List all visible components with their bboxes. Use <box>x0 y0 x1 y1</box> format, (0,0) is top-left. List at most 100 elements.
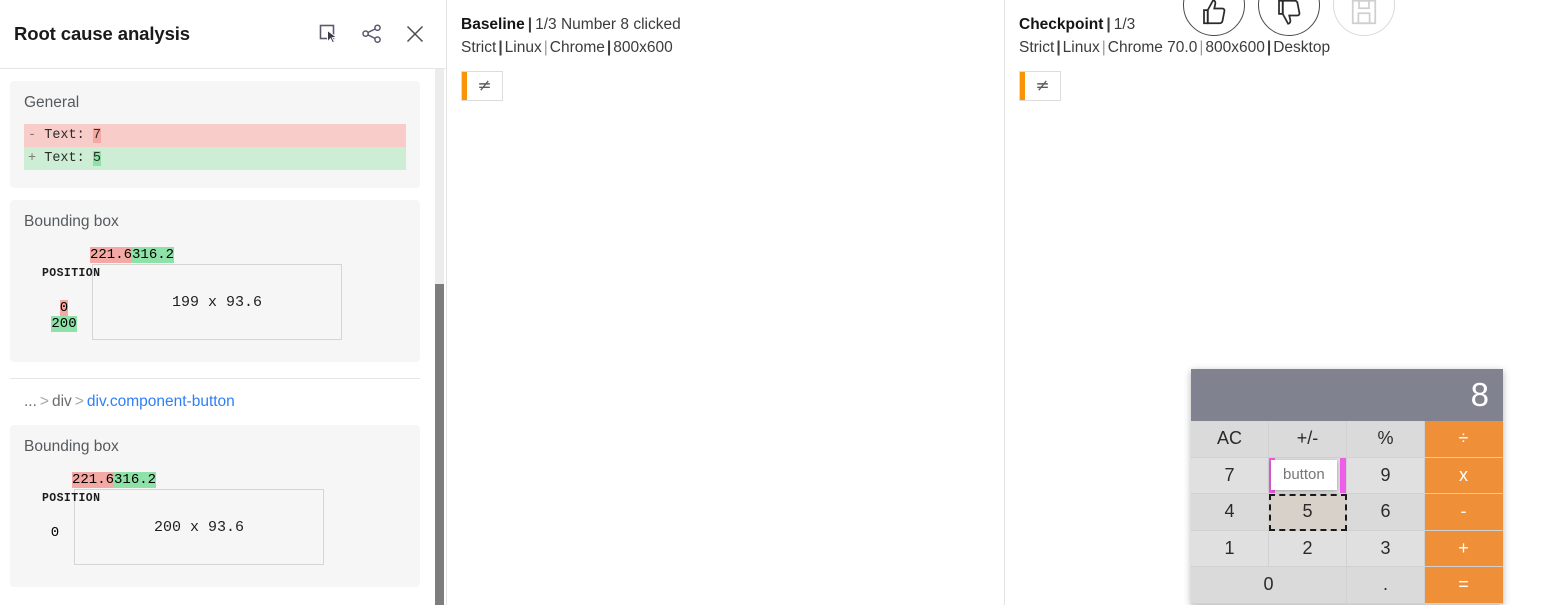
key-ac[interactable]: AC <box>1191 421 1269 458</box>
key-2-label: 2 <box>1302 537 1313 558</box>
github-ribbon-label: Fork me on GitHub <box>1191 369 1243 374</box>
checkpoint-step: 1/3 <box>1113 16 1136 33</box>
diff-sign-added: + <box>28 151 37 166</box>
scrollbar-thumb[interactable] <box>435 284 444 605</box>
checkpoint-diff-badge[interactable]: ≠ <box>1019 71 1061 101</box>
bb1-top-added: 316.2 <box>132 247 175 263</box>
github-ribbon-icon[interactable]: Fork me on GitHub <box>1191 369 1243 421</box>
thumbs-up-button[interactable] <box>1183 0 1245 36</box>
key-percent[interactable]: % <box>1347 421 1425 458</box>
rca-header-actions <box>316 21 428 47</box>
key-minus-label: - <box>1460 501 1467 522</box>
save-button[interactable] <box>1333 0 1395 36</box>
diff-row-added: + Text: 5 <box>24 147 406 170</box>
baseline-diff-badge[interactable]: ≠ <box>461 71 503 101</box>
baseline-meta-2: Chrome <box>549 39 605 56</box>
key-minus[interactable]: - <box>1425 494 1503 531</box>
share-icon[interactable] <box>359 21 385 47</box>
baseline-calculator-stage: Fork me on GitHub 8 AC button +/- % ÷ <box>461 105 1004 605</box>
key-6[interactable]: 6 <box>1347 494 1425 531</box>
breadcrumb-separator-2: > <box>74 393 84 410</box>
key-6-label: 6 <box>1380 501 1391 522</box>
baseline-title: Baseline | 1/3 Number 8 clicked <box>461 14 1004 36</box>
checkpoint-meta-4: Desktop <box>1273 39 1331 56</box>
not-equal-icon: ≠ <box>1035 76 1050 96</box>
select-element-icon[interactable] <box>316 21 342 47</box>
root-cause-analysis-screen: Root cause analysis General - Text: 7 + … <box>0 0 1552 605</box>
baseline-title-divider: | <box>527 16 533 33</box>
checkpoint-calculator-keys: AC +/- % ÷ 7 8 button 9 <box>1191 421 1503 604</box>
key-8[interactable]: 8 button <box>1269 457 1347 494</box>
key-plus[interactable]: + <box>1425 530 1503 567</box>
bb1-position-label: POSITION <box>42 267 101 280</box>
rca-scroll-content: General - Text: 7 + Text: 5 Bounding box… <box>0 81 446 587</box>
bb1-top-values: 221.6 316.2 <box>90 247 406 263</box>
magenta-edge-left <box>1269 457 1275 493</box>
breadcrumb-current[interactable]: div.component-button <box>87 393 235 410</box>
checkpoint-calculator-display: Fork me on GitHub 8 <box>1191 369 1503 421</box>
page-title: Root cause analysis <box>14 23 190 44</box>
checkpoint-meta-sep-1: | <box>1101 39 1106 56</box>
checkpoint-element-tooltip: button <box>1271 459 1337 490</box>
key-1[interactable]: 1 <box>1191 530 1269 567</box>
bb2-left-value: 0 <box>50 525 60 541</box>
checkpoint-meta-3: 800x600 <box>1205 39 1265 56</box>
bb2-top-values: 221.6 316.2 <box>72 472 406 488</box>
key-equals[interactable]: = <box>1425 567 1503 604</box>
diff-value-added: 5 <box>92 151 101 166</box>
key-2[interactable]: 2 <box>1269 530 1347 567</box>
key-4-label: 4 <box>1224 501 1235 522</box>
breadcrumb-ellipsis[interactable]: ... <box>24 393 37 410</box>
bounding-box-title-2: Bounding box <box>24 438 119 455</box>
checkpoint-meta-sep-0: | <box>1056 39 1061 56</box>
thumbs-down-button[interactable] <box>1258 0 1320 36</box>
breadcrumb[interactable]: ... > div > div.component-button <box>10 378 420 413</box>
key-0-label: 0 <box>1263 574 1274 595</box>
checkpoint-meta-2: Chrome 70.0 <box>1107 39 1198 56</box>
key-decimal[interactable]: . <box>1347 567 1425 604</box>
baseline-meta: Strict | Linux | Chrome | 800x600 <box>461 36 1004 60</box>
root-cause-analysis-panel: Root cause analysis General - Text: 7 + … <box>0 0 446 605</box>
baseline-meta-sep-0: | <box>498 39 503 56</box>
bb2-size-value: 200 x 93.6 <box>153 518 244 536</box>
key-4[interactable]: 4 <box>1191 494 1269 531</box>
diff-row-removed: - Text: 7 <box>24 124 406 147</box>
bb1-size-value: 199 x 93.6 <box>171 293 262 311</box>
key-divide[interactable]: ÷ <box>1425 421 1503 458</box>
key-3[interactable]: 3 <box>1347 530 1425 567</box>
bb2-position-label: POSITION <box>42 492 101 505</box>
magenta-edge-right <box>1340 457 1346 493</box>
baseline-meta-1: Linux <box>504 39 542 56</box>
bb2-size-box: 200 x 93.6 <box>74 489 324 565</box>
calculator-row: 1 2 3 + <box>1191 530 1503 567</box>
bb1-left-removed: 0 <box>59 300 69 316</box>
key-multiply-label: x <box>1459 464 1468 485</box>
checkpoint-label: Checkpoint <box>1019 16 1104 33</box>
breadcrumb-parent[interactable]: div <box>52 393 72 410</box>
baseline-meta-sep-2: | <box>606 39 612 56</box>
key-0[interactable]: 0 <box>1191 567 1347 604</box>
diff-label-removed: Text: <box>44 128 85 143</box>
bb1-left-added: 200 <box>51 316 77 332</box>
key-1-label: 1 <box>1224 537 1235 558</box>
key-7[interactable]: 7 <box>1191 457 1269 494</box>
key-multiply[interactable]: x <box>1425 457 1503 494</box>
key-sign[interactable]: +/- <box>1269 421 1347 458</box>
bounding-box-widget-2: 221.6 316.2 POSITION 0 200 x 93.6 <box>24 468 406 565</box>
bb2-top-added: 316.2 <box>114 472 157 488</box>
bb1-size-box: 199 x 93.6 <box>92 264 342 340</box>
key-divide-label: ÷ <box>1458 428 1469 449</box>
key-5[interactable]: 5 <box>1269 494 1347 531</box>
close-icon[interactable] <box>402 21 428 47</box>
diff-value-removed: 7 <box>92 128 101 143</box>
general-card: General - Text: 7 + Text: 5 <box>10 81 420 188</box>
key-9[interactable]: 9 <box>1347 457 1425 494</box>
baseline-meta-0: Strict <box>461 39 497 56</box>
baseline-step: 1/3 Number 8 clicked <box>535 16 681 33</box>
checkpoint-meta-0: Strict <box>1019 39 1055 56</box>
checkpoint-panel: Checkpoint | 1/3 Strict | Linux | Chrome 70.0 |… <box>1005 0 1552 605</box>
checkpoint-calculator-stage: Fork me on GitHub 8 AC +/- % ÷ 7 <box>1019 105 1552 605</box>
rca-header: Root cause analysis <box>0 0 446 69</box>
rca-body: General - Text: 7 + Text: 5 Bounding box… <box>0 69 446 605</box>
breadcrumb-separator-1: > <box>39 393 49 410</box>
